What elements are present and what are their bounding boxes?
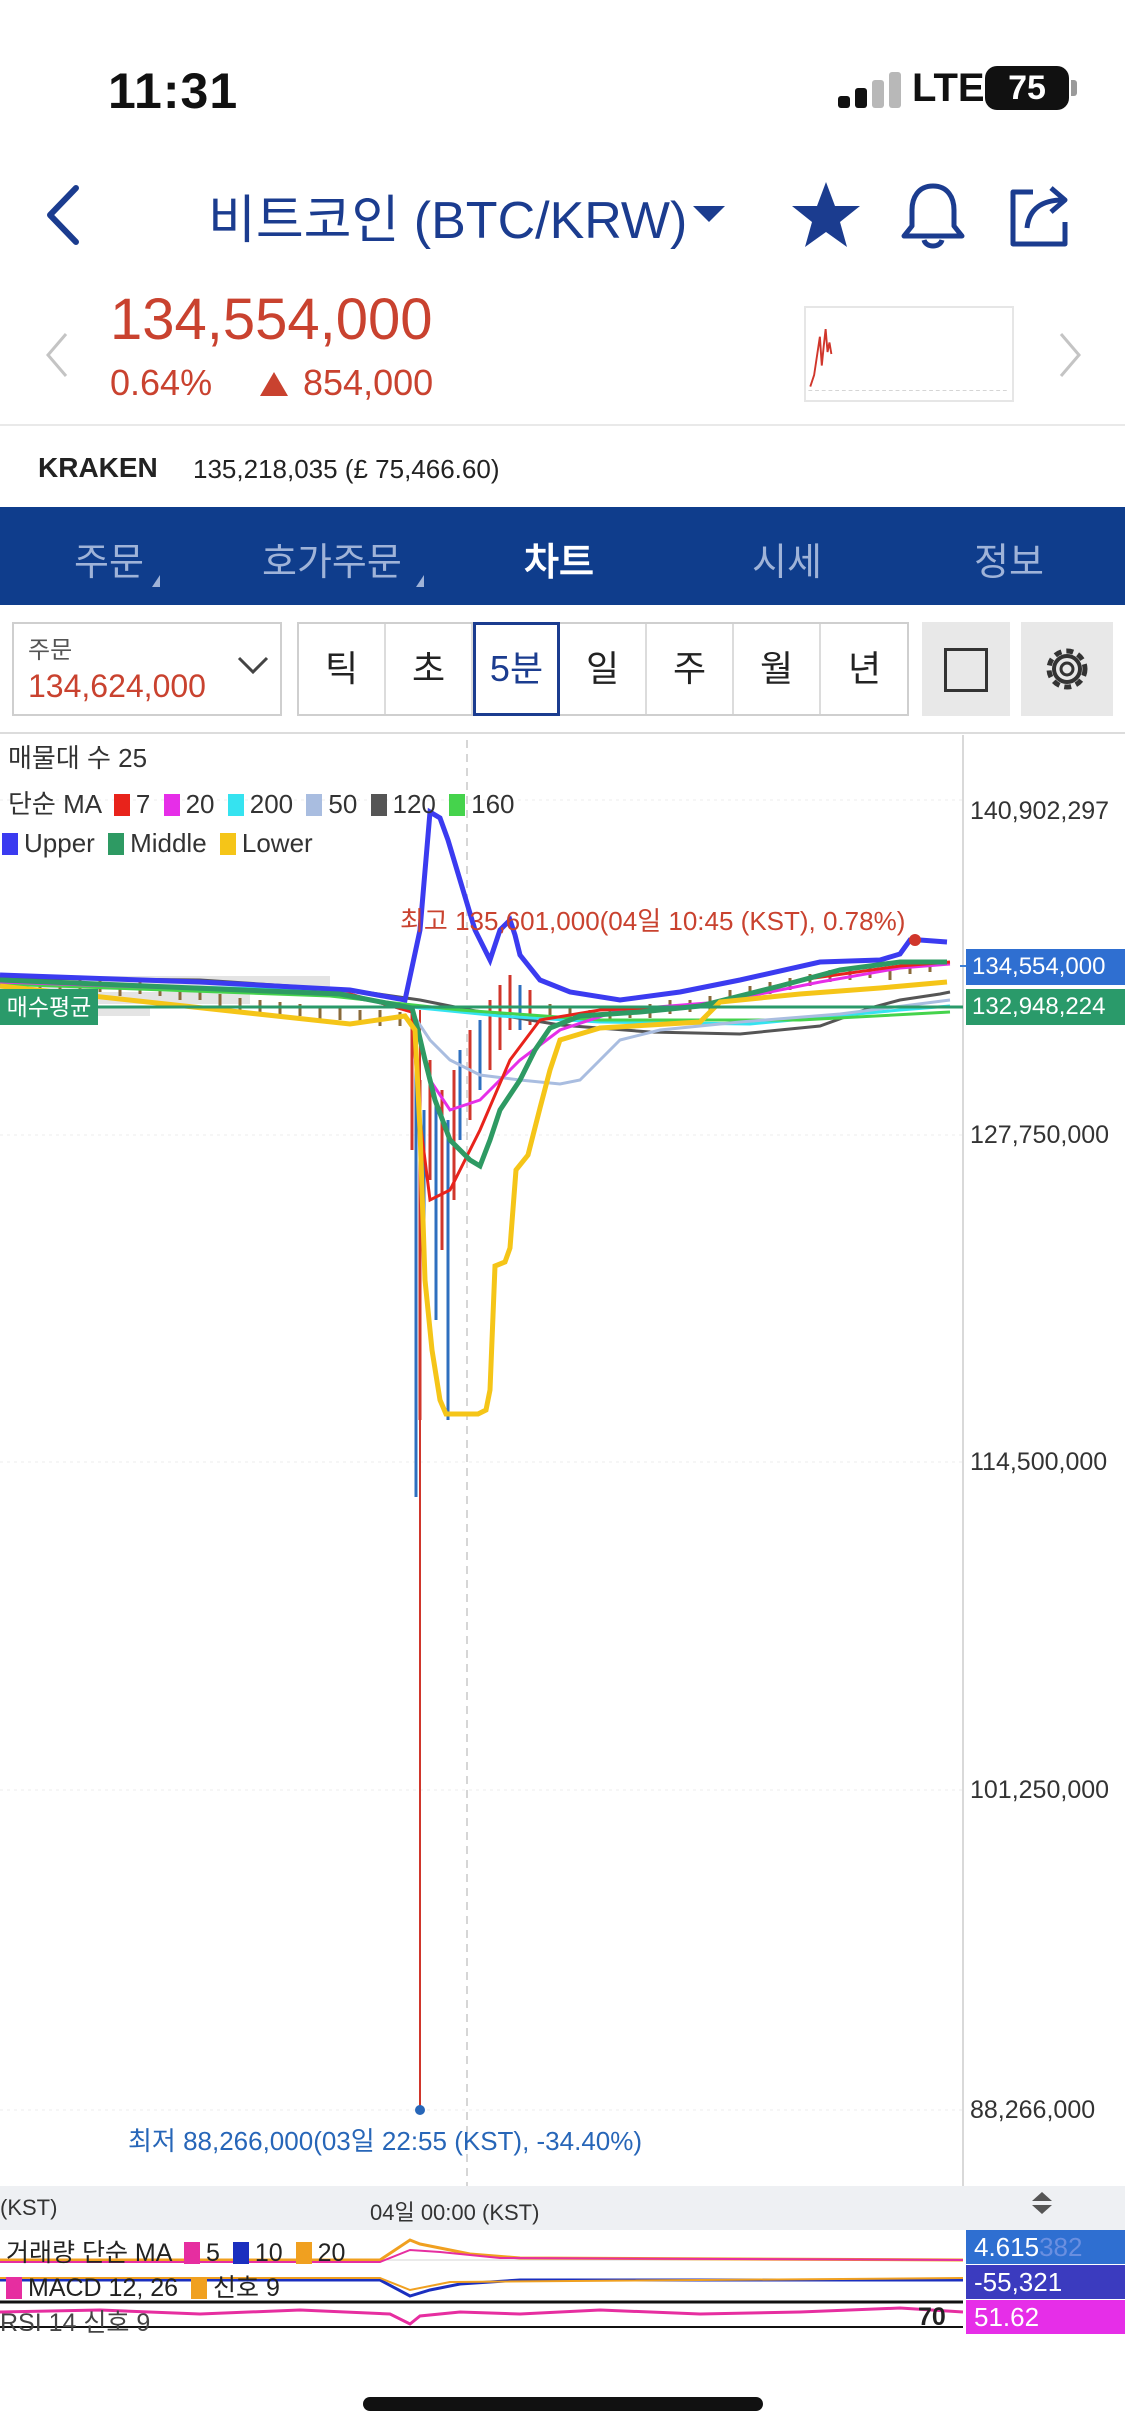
x-axis-label: 04일 00:00 (KST) [370,2200,540,2225]
resize-handle-icon[interactable] [1030,2190,1054,2216]
y-tick: 88,266,000 [970,2096,1096,2124]
period-month[interactable]: 월 [734,624,821,714]
volume-indicator-label: 거래량 단순 MA 5 10 20 [6,2239,346,2267]
low-annotation: 최저 88,266,000(03일 22:55 (KST), -34.40%) [128,2126,643,2156]
sparkline-chart[interactable] [804,306,1014,402]
tab-quotes[interactable]: 시세 [752,531,822,586]
chevron-down-icon[interactable] [693,206,725,222]
avg-buy-tag: 매수평균 [0,989,98,1025]
rsi-level-label: 70 [918,2303,946,2331]
bb-middle-swatch [108,833,125,855]
bb-lower-line [0,979,948,1417]
period-year[interactable]: 년 [821,624,908,714]
price-chart[interactable] [0,733,1125,2203]
volume-profile-label: 매물대 수 25 [8,743,148,773]
order-select[interactable]: 주문 134,624,000 [12,622,282,716]
network-label: LTE [912,66,985,110]
share-icon[interactable] [1003,178,1077,252]
ma-200-swatch [227,794,244,816]
bb-lower-label: Lower [241,828,313,858]
vol-ma-10-swatch [232,2242,249,2264]
period-second[interactable]: 초 [386,624,473,714]
tab-order-indicator [152,575,160,587]
ma-20-swatch [163,794,180,816]
tab-order[interactable]: 주문 [74,531,144,586]
bb-upper-label: Upper [24,828,95,858]
high-annotation: 최고 135,601,000(04일 10:45 (KST), 0.78%) [400,906,906,936]
signal-icon [838,72,902,108]
ma-20-label: 20 [185,789,215,819]
ma-160-label: 160 [471,789,515,819]
y-tick: 114,500,000 [970,1448,1108,1476]
y-tick: 127,750,000 [970,1121,1110,1149]
macd-indicator-label: MACD 12, 26 신호 9 [6,2268,280,2304]
macd-value-tag: -55,321 [966,2265,1125,2299]
prev-arrow-icon[interactable] [42,330,72,380]
battery-tip [1071,80,1077,96]
gear-icon[interactable] [1021,622,1113,716]
ma-50-swatch [306,794,323,816]
tab-info[interactable]: 정보 [974,531,1044,586]
ma-legend[interactable]: 단순 MA 7 20 200 50 120 160 [8,784,515,821]
low-marker [415,2105,425,2115]
rsi-value-tag: 51.62 [966,2300,1125,2334]
vol-ma-5-swatch [183,2242,200,2264]
ma-7-label: 7 [135,789,151,819]
chevron-down-icon [237,656,269,675]
change-amount: 854,000 [303,362,434,403]
rsi-indicator-label: RSI 14 신호 9 [0,2309,151,2337]
current-price: 134,554,000 [110,287,433,352]
period-selector: 틱 초 5분 일 주 월 년 [297,622,909,716]
period-5min[interactable]: 5분 [473,622,560,716]
order-select-label: 주문 [28,637,73,664]
avg-price-tag: 132,948,224 [966,989,1125,1025]
order-select-value: 134,624,000 [28,668,206,704]
x-axis[interactable] [0,2186,1125,2230]
last-candle-marker [909,934,921,946]
ma-50-label: 50 [328,789,358,819]
ma-200-label: 200 [249,789,294,819]
period-week[interactable]: 주 [647,624,734,714]
star-icon[interactable] [789,178,863,252]
up-triangle-icon [260,372,288,396]
bb-lower-swatch [219,833,236,855]
volume-value-tag: 4.615382 [966,2230,1125,2264]
tab-orderbook-indicator [416,575,424,587]
battery-icon: 75 [985,66,1069,110]
ma-7-swatch [113,794,130,816]
bb-legend[interactable]: Upper Middle Lower [2,828,313,859]
square-icon [944,648,988,692]
tab-bar: 주문 호가주문 차트 시세 정보 [0,507,1125,605]
ma-120-label: 120 [392,789,436,819]
y-tick: 140,902,297 [970,797,1110,825]
tab-chart[interactable]: 차트 [524,531,594,586]
change-percent: 0.64% [110,362,213,403]
bb-upper-swatch [2,833,18,855]
next-arrow-icon[interactable] [1055,330,1085,380]
exchange-name: KRAKEN [38,452,158,483]
ma-legend-label: 단순 MA [8,789,101,819]
x-axis-label: (KST) [0,2195,58,2220]
current-price-tag: 134,554,000 [966,949,1125,985]
exchange-price: 135,218,035 (£ 75,466.60) [193,454,500,484]
ma-120-swatch [370,794,387,816]
bell-icon[interactable] [896,178,970,252]
period-day[interactable]: 일 [560,624,647,714]
ma-160-swatch [449,794,466,816]
vol-ma-20-swatch [295,2242,312,2264]
back-icon[interactable] [36,180,92,250]
y-tick: 101,250,000 [970,1776,1110,1804]
divider [0,424,1125,426]
period-tick[interactable]: 틱 [299,624,386,714]
home-indicator[interactable] [363,2397,763,2411]
status-time: 11:31 [108,63,239,119]
page-title[interactable]: 비트코인 (BTC/KRW) [208,178,687,253]
bb-middle-label: Middle [130,828,207,858]
fullscreen-button[interactable] [922,622,1010,716]
tab-orderbook[interactable]: 호가주문 [262,531,402,586]
